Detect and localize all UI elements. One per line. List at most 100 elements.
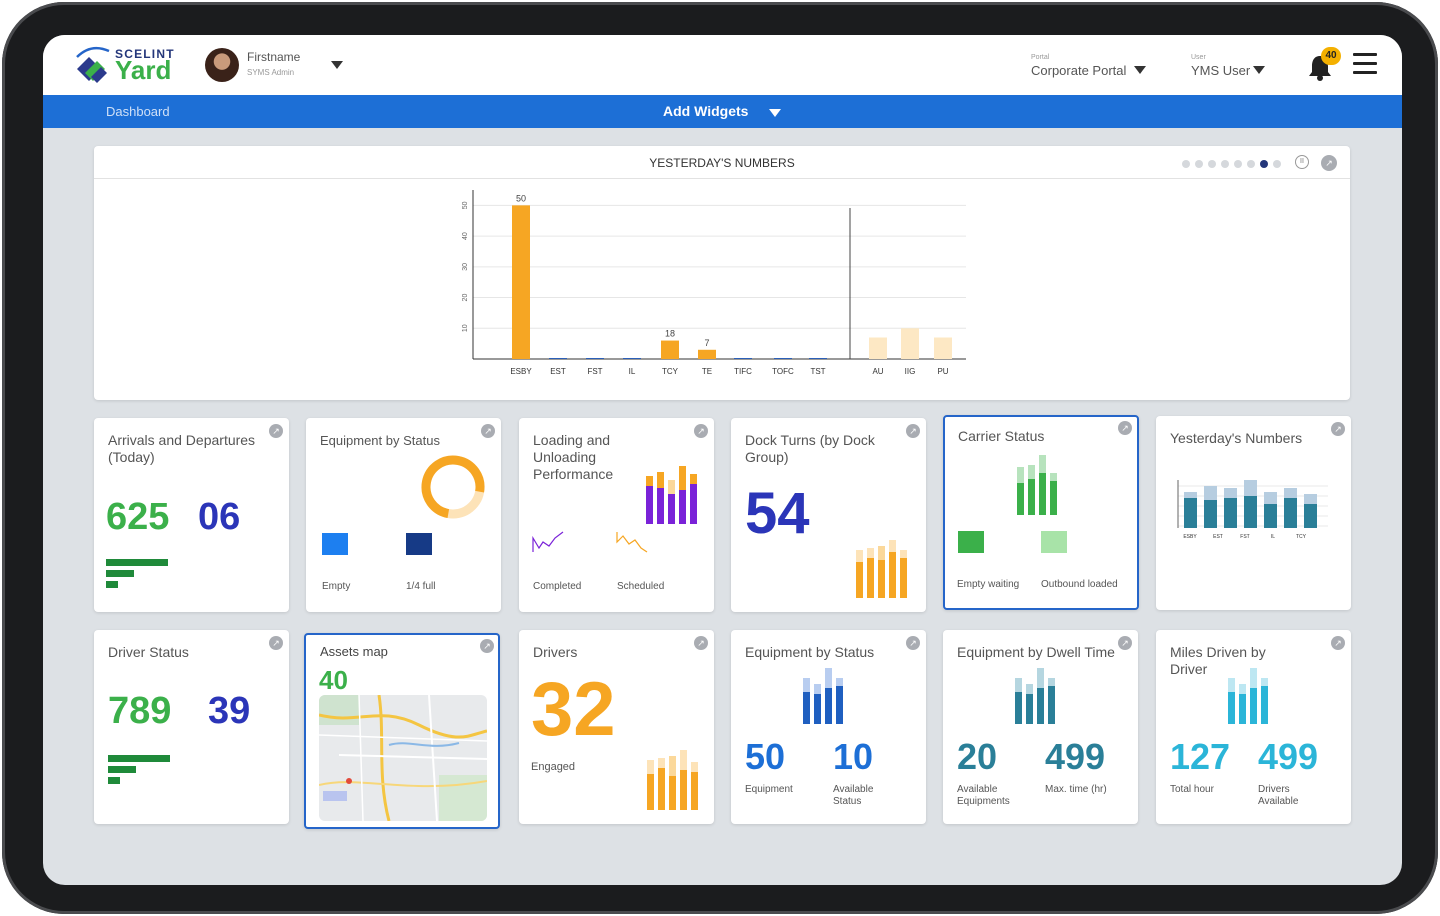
x-tick-label: FST — [587, 367, 602, 376]
legend-swatch — [1041, 531, 1067, 553]
widget-carrier-status[interactable]: Carrier Status ↗ Empty waiting Outbound … — [943, 415, 1139, 610]
stacked-bars-icon — [803, 664, 855, 724]
completed-trend-icon — [532, 531, 564, 552]
widget-equipment-by-status[interactable]: Equipment by Status ↗ Empty 1/4 full — [306, 418, 501, 612]
add-widgets-button[interactable]: Add Widgets — [663, 103, 748, 119]
dwell-value-1: 20 — [957, 736, 998, 777]
bar-mark — [108, 766, 136, 773]
legend-label: Scheduled — [617, 581, 665, 592]
stacked-bars-icon — [647, 748, 699, 810]
expand-icon[interactable]: ↗ — [1331, 422, 1345, 436]
x-tick-label: IL — [629, 367, 636, 376]
expand-icon[interactable]: ↗ — [480, 639, 494, 653]
widget-assets-map[interactable]: Assets map ↗ 40 — [304, 633, 500, 829]
x-tick-label: ESBY — [1183, 534, 1197, 540]
dock-turns-value: 54 — [745, 481, 810, 546]
x-tick-label: TST — [810, 367, 825, 376]
x-tick-label: TE — [702, 367, 712, 376]
portal-dropdown-icon[interactable] — [1134, 66, 1146, 74]
x-tick-label: TCY — [662, 367, 679, 376]
widget-title: Loading and Unloading Performance — [533, 432, 614, 482]
widget-title: Equipment by Status — [745, 644, 875, 660]
bar-mark — [1224, 498, 1237, 528]
bar-mark — [106, 559, 168, 566]
user-role: SYMS Admin — [247, 68, 295, 77]
yesterdays-numbers-panel: YESTERDAY'S NUMBERS II ↗ 10 20 30 40 50 ESBY 5… — [94, 146, 1350, 400]
data-label: 18 — [665, 329, 675, 339]
arrivals-value: 625 — [106, 496, 170, 538]
widget-loading-unloading[interactable]: Loading and Unloading Performance ↗ Comp… — [519, 418, 714, 612]
x-tick-label: AU — [872, 367, 883, 376]
bar-mark — [734, 358, 752, 359]
stacked-bars-icon — [1017, 453, 1069, 515]
widget-dwell-time[interactable]: Equipment by Dwell Time ↗ 20 499 Availab… — [943, 630, 1138, 824]
bar-mark — [1204, 500, 1217, 528]
bar-mark — [901, 328, 919, 359]
widget-yesterdays-numbers[interactable]: Yesterday's Numbers ↗ ESBY EST FST IL TCY — [1156, 416, 1351, 610]
breadcrumb[interactable]: Dashboard — [106, 104, 170, 119]
stacked-bars-icon — [1228, 664, 1280, 724]
bar-mark — [774, 358, 792, 359]
user-select-dropdown-icon[interactable] — [1253, 66, 1265, 74]
dwell-label-1: Available Equipments — [957, 784, 1010, 807]
bar-mark — [1284, 498, 1297, 528]
x-tick-label: FST — [1240, 534, 1249, 540]
y-tick-label: 10 — [462, 324, 469, 332]
avatar[interactable] — [205, 48, 239, 82]
expand-icon[interactable]: ↗ — [694, 636, 708, 650]
bar-mark — [869, 337, 887, 359]
dwell-label-2: Max. time (hr) — [1045, 784, 1107, 795]
stacked-bars-icon — [856, 538, 908, 598]
equipment-label: Equipment — [745, 784, 793, 795]
bar-mark — [1284, 488, 1297, 498]
drivers-value: 32 — [531, 667, 616, 752]
widget-driver-status[interactable]: Driver Status ↗ 789 39 — [94, 630, 289, 824]
expand-icon[interactable]: ↗ — [481, 424, 495, 438]
x-tick-label: EST — [550, 367, 566, 376]
x-tick-label: TCY — [1296, 534, 1307, 540]
drivers-label: Engaged — [531, 761, 576, 773]
widget-drivers[interactable]: Drivers ↗ 32 Engaged — [519, 630, 714, 824]
expand-icon[interactable]: ↗ — [906, 424, 920, 438]
add-widgets-dropdown-icon[interactable] — [769, 109, 781, 117]
available-label: Available Status — [833, 784, 874, 807]
bar-mark — [1184, 498, 1197, 528]
widget-dock-turns[interactable]: Dock Turns (by Dock Group) ↗ 54 — [731, 418, 926, 612]
user-name[interactable]: Firstname — [247, 50, 300, 64]
y-tick-label: 50 — [462, 201, 469, 209]
y-tick-label: 20 — [462, 294, 469, 302]
user-dropdown-icon[interactable] — [331, 61, 343, 69]
user-select[interactable]: YMS User — [1191, 63, 1250, 78]
widget-title: Drivers — [533, 644, 578, 660]
expand-icon[interactable]: ↗ — [269, 424, 283, 438]
hamburger-menu-icon[interactable] — [1353, 53, 1377, 75]
widget-miles-driven[interactable]: Miles Driven by Driver ↗ 127 499 Total h… — [1156, 630, 1351, 824]
map-view[interactable] — [319, 695, 487, 821]
brand-name: Yard — [115, 55, 172, 85]
widget-title: Arrivals and Departures (Today) — [108, 432, 256, 465]
driver-status-value-1: 789 — [108, 690, 172, 732]
stacked-bars-icon — [1015, 664, 1067, 724]
widget-equipment-by-status-2[interactable]: Equipment by Status ↗ 50 10 Equipment Av… — [731, 630, 926, 824]
portal-select[interactable]: Corporate Portal — [1031, 63, 1126, 78]
bar-mark — [809, 358, 827, 359]
expand-icon[interactable]: ↗ — [1331, 636, 1345, 650]
expand-icon[interactable]: ↗ — [906, 636, 920, 650]
bar-mark — [1264, 504, 1277, 528]
equipment-value: 50 — [745, 736, 786, 777]
expand-icon[interactable]: ↗ — [694, 424, 708, 438]
widget-arrivals[interactable]: Arrivals and Departures (Today) ↗ 625 06 — [94, 418, 289, 612]
widget-title: Driver Status — [108, 644, 189, 660]
stacked-bars-icon — [646, 464, 698, 524]
expand-icon[interactable]: ↗ — [1118, 421, 1132, 435]
bar-mark — [934, 337, 952, 359]
bar-mark — [512, 205, 530, 359]
bar-mark — [549, 358, 567, 359]
expand-icon[interactable]: ↗ — [1118, 636, 1132, 650]
x-tick-label: PU — [937, 367, 948, 376]
miles-value-2: 499 — [1258, 736, 1319, 777]
nav-bar: Dashboard Add Widgets — [43, 95, 1402, 128]
x-tick-label: ESBY — [510, 367, 532, 376]
expand-icon[interactable]: ↗ — [269, 636, 283, 650]
mini-bar-chart: ESBY EST FST IL TCY — [1177, 480, 1328, 540]
